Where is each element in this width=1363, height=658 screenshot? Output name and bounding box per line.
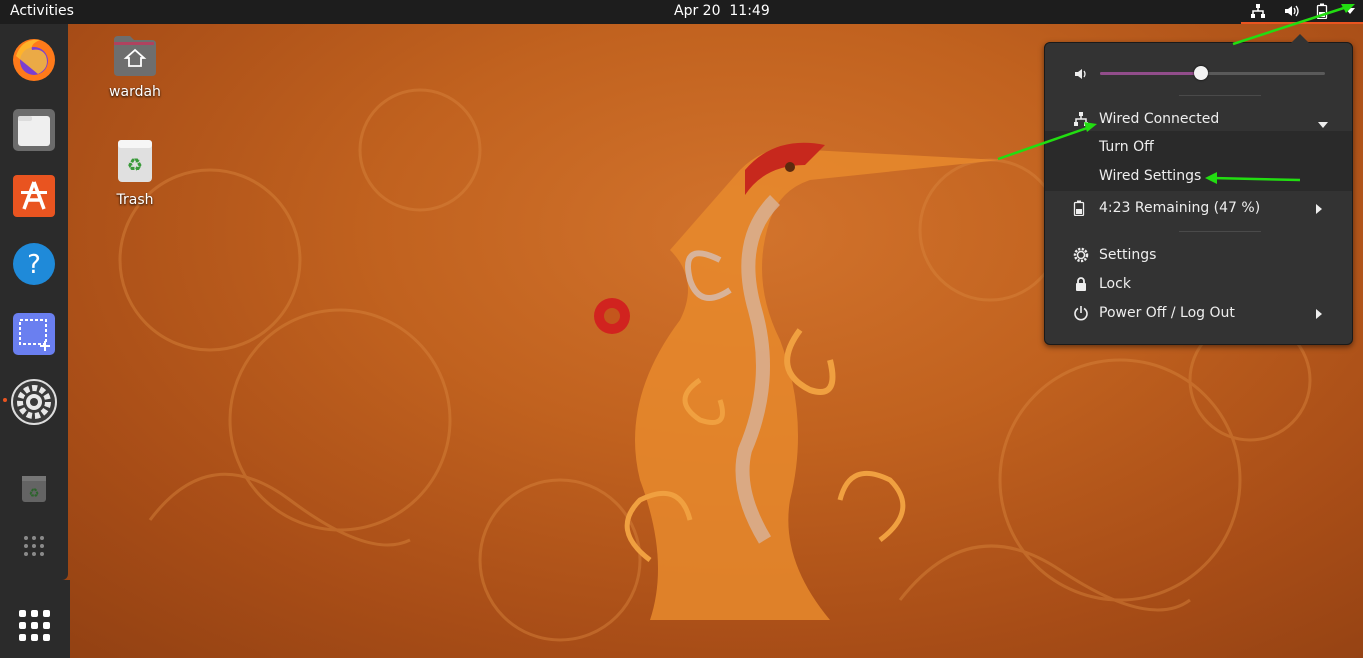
software-store-icon (13, 175, 55, 217)
dock-trash[interactable]: ♻ (8, 462, 60, 514)
home-folder-icon (114, 36, 156, 76)
dock-help[interactable]: ? (8, 238, 60, 290)
wired-connected-item[interactable]: Wired Connected (1045, 105, 1352, 133)
battery-item[interactable]: 4:23 Remaining (47 %) (1045, 194, 1352, 222)
gear-icon (1073, 247, 1089, 263)
dock-screenshot[interactable] (8, 308, 60, 360)
clock[interactable]: Apr 20 11:49 (674, 3, 770, 19)
home-folder-label: wardah (109, 84, 161, 100)
turn-off-label: Turn Off (1099, 139, 1154, 155)
menu-separator (1179, 231, 1261, 232)
wired-settings-label: Wired Settings (1099, 168, 1202, 184)
network-wired-icon (1073, 111, 1089, 127)
lock-icon (1073, 276, 1089, 292)
running-indicator (3, 398, 7, 402)
top-bar: Activities Apr 20 11:49 (0, 0, 1363, 24)
dock-files[interactable] (8, 104, 60, 156)
firefox-icon (13, 39, 55, 81)
svg-text:♻: ♻ (29, 486, 40, 500)
clock-date: Apr 20 (674, 3, 721, 19)
volume-slider-fill (1100, 72, 1202, 75)
desktop-home-folder[interactable]: wardah (95, 34, 175, 100)
volume-icon (1283, 3, 1299, 19)
power-off-label: Power Off / Log Out (1099, 305, 1235, 321)
show-applications-area (0, 580, 70, 658)
volume-slider-handle[interactable] (1194, 66, 1209, 80)
help-icon: ? (13, 243, 55, 285)
wired-settings-item[interactable]: Wired Settings (1045, 162, 1352, 190)
system-menu: Wired Connected Turn Off Wired Settings … (1044, 42, 1353, 345)
menu-pointer (1291, 34, 1309, 43)
dock: ? ♻ (0, 24, 68, 580)
volume-slider[interactable] (1100, 66, 1325, 80)
menu-separator (1179, 95, 1261, 96)
volume-icon (1073, 66, 1089, 82)
files-icon (13, 109, 55, 151)
dock-firefox[interactable] (8, 34, 60, 86)
svg-text:?: ? (27, 250, 41, 280)
system-status-area[interactable] (1241, 0, 1363, 24)
wired-connected-label: Wired Connected (1099, 111, 1220, 127)
lock-item[interactable]: Lock (1045, 270, 1352, 298)
desktop-trash[interactable]: ♻ Trash (95, 138, 175, 208)
chevron-down-icon (1318, 116, 1328, 132)
battery-icon (1316, 3, 1328, 19)
battery-icon (1073, 200, 1089, 217)
dropdown-icon (1344, 7, 1355, 15)
grid-icon (24, 536, 44, 556)
wired-submenu: Turn Off Wired Settings (1045, 131, 1352, 191)
chevron-right-icon (1316, 202, 1322, 218)
power-off-item[interactable]: Power Off / Log Out (1045, 299, 1352, 327)
trash-icon: ♻ (22, 476, 46, 502)
screenshot-icon (13, 313, 55, 355)
grid-icon (19, 610, 50, 641)
battery-label: 4:23 Remaining (47 %) (1099, 200, 1261, 216)
turn-off-item[interactable]: Turn Off (1045, 133, 1352, 161)
gear-icon (11, 379, 57, 425)
volume-row (1045, 60, 1352, 88)
show-applications-button[interactable] (9, 600, 61, 652)
clock-time: 11:49 (729, 3, 770, 19)
svg-text:♻: ♻ (127, 155, 143, 176)
trash-icon: ♻ (118, 140, 152, 182)
activities-button[interactable]: Activities (10, 3, 74, 19)
lock-label: Lock (1099, 276, 1131, 292)
settings-item[interactable]: Settings (1045, 241, 1352, 269)
trash-label: Trash (116, 192, 154, 208)
settings-label: Settings (1099, 247, 1157, 263)
dock-settings[interactable] (8, 376, 60, 428)
power-icon (1073, 305, 1089, 321)
network-wired-icon (1250, 3, 1266, 19)
dock-ubuntu-software[interactable] (8, 170, 60, 222)
dock-app-grid[interactable] (8, 520, 60, 572)
chevron-right-icon (1316, 307, 1322, 323)
